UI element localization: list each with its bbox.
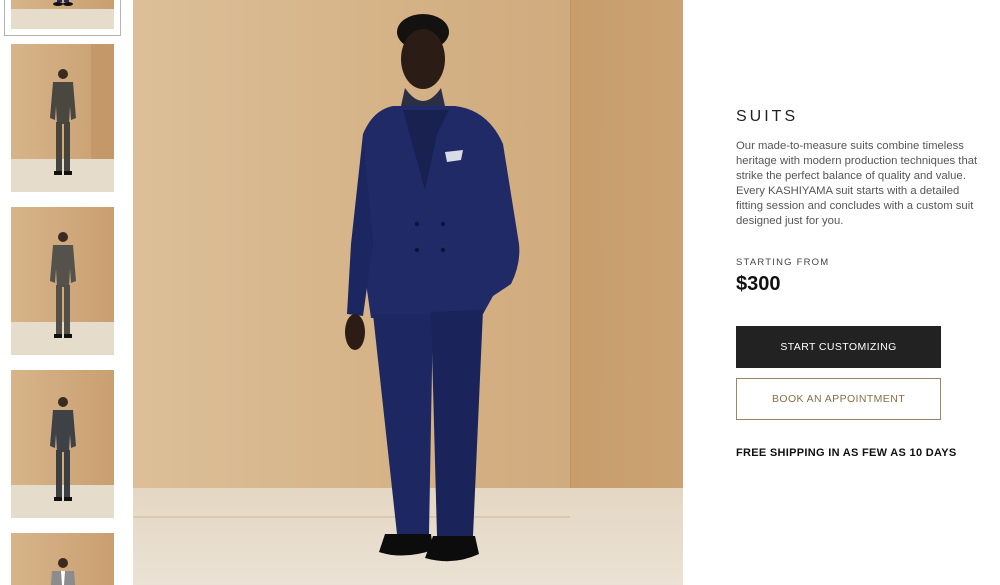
thumbnail-1[interactable] — [11, 0, 114, 29]
model-figure — [52, 0, 73, 6]
model-figure — [49, 69, 76, 175]
thumbnail-4[interactable] — [11, 370, 114, 518]
model-figure — [50, 558, 75, 585]
thumbnail-gallery — [0, 0, 124, 585]
model-figure — [49, 232, 76, 338]
thumbnail-5[interactable] — [11, 533, 114, 585]
model-figure — [49, 397, 76, 501]
product-info-panel: SUITS Our made-to-measure suits combine … — [736, 0, 1000, 585]
price: $300 — [736, 273, 781, 295]
book-appointment-button[interactable]: BOOK AN APPOINTMENT — [736, 378, 941, 420]
start-customizing-button[interactable]: START CUSTOMIZING — [736, 326, 941, 368]
model-in-navy-suit — [345, 14, 520, 562]
shipping-note: FREE SHIPPING IN AS FEW AS 10 DAYS — [736, 447, 957, 459]
starting-from-label: STARTING FROM — [736, 257, 830, 268]
product-description: Our made-to-measure suits combine timele… — [736, 140, 978, 227]
product-title: SUITS — [736, 108, 799, 125]
main-product-image — [133, 0, 683, 585]
thumbnail-2[interactable] — [11, 44, 114, 192]
thumbnail-3[interactable] — [11, 207, 114, 355]
